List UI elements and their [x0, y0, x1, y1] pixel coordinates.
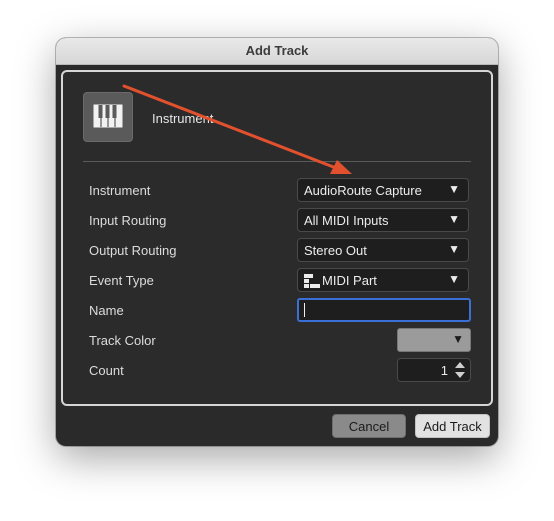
add-track-button[interactable]: Add Track [415, 414, 490, 438]
text-caret [304, 303, 305, 317]
instrument-label: Instrument [89, 183, 151, 198]
midi-part-icon [304, 274, 320, 288]
name-field[interactable] [297, 298, 471, 322]
cancel-button[interactable]: Cancel [332, 414, 406, 438]
output-routing-value: Stereo Out [304, 243, 367, 258]
dropdown-arrow-icon: ▼ [448, 212, 460, 226]
track-type-label: Instrument [152, 111, 214, 126]
stepper-arrows-icon[interactable] [454, 361, 466, 379]
count-value: 1 [440, 363, 448, 378]
output-routing-select[interactable]: Stereo Out ▼ [297, 238, 469, 262]
track-settings-panel: Instrument Instrument AudioRoute Capture… [61, 70, 493, 406]
add-track-dialog: Add Track Instrument Instrument AudioRou… [56, 38, 498, 446]
name-label: Name [89, 303, 124, 318]
track-color-label: Track Color [89, 333, 156, 348]
instrument-select[interactable]: AudioRoute Capture ▼ [297, 178, 469, 202]
dropdown-arrow-icon: ▼ [448, 182, 460, 196]
input-routing-select[interactable]: All MIDI Inputs ▼ [297, 208, 469, 232]
input-routing-value: All MIDI Inputs [304, 213, 389, 228]
event-type-value: MIDI Part [322, 273, 377, 288]
track-color-select[interactable]: ▼ [397, 328, 471, 352]
dropdown-arrow-icon: ▼ [448, 242, 460, 256]
output-routing-label: Output Routing [89, 243, 177, 258]
divider [83, 161, 471, 162]
count-stepper[interactable]: 1 [397, 358, 471, 382]
piano-keys-icon[interactable] [83, 92, 133, 142]
dialog-title: Add Track [56, 38, 498, 65]
dropdown-arrow-icon: ▼ [448, 272, 460, 286]
count-label: Count [89, 363, 124, 378]
dropdown-arrow-icon: ▼ [452, 332, 464, 346]
event-type-select[interactable]: MIDI Part ▼ [297, 268, 469, 292]
instrument-value: AudioRoute Capture [304, 183, 422, 198]
event-type-label: Event Type [89, 273, 154, 288]
input-routing-label: Input Routing [89, 213, 167, 228]
